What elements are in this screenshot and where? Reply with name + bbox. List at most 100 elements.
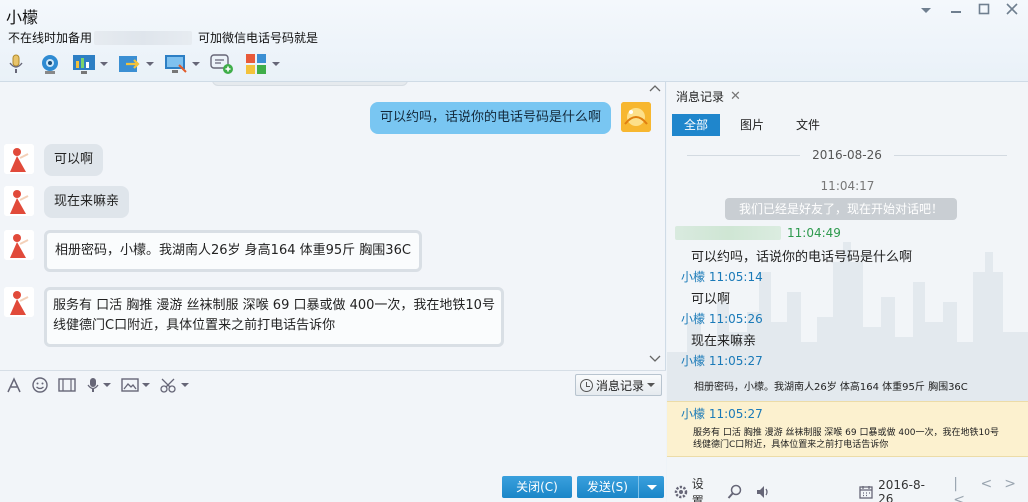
chevron-down-icon[interactable] bbox=[181, 382, 189, 387]
history-sender-name: 小檬 bbox=[681, 354, 706, 368]
history-sender-time: 11:05:26 bbox=[708, 311, 763, 326]
voice-call-button[interactable] bbox=[4, 50, 28, 78]
filter-all[interactable]: 全部 bbox=[672, 114, 721, 136]
message-bubble[interactable]: 相册密码，小檬。我湖南人26岁 身高164 体重95斤 胸围36C bbox=[44, 230, 422, 272]
contact-avatar[interactable] bbox=[4, 287, 34, 317]
add-message-button[interactable] bbox=[210, 50, 234, 78]
system-notice: 我们已经是好友了，现在开始对话吧！ bbox=[725, 198, 957, 220]
chevron-down-icon[interactable] bbox=[146, 62, 154, 66]
prev-page-icon[interactable]: < bbox=[981, 476, 993, 502]
highlighted-history-entry[interactable]: 小檬 11:05:27 服务有 口活 胸推 漫游 丝袜制服 深喉 69 口暴或做… bbox=[667, 401, 1028, 457]
history-message[interactable]: 可以啊 bbox=[691, 288, 730, 307]
history-sender-name: 小檬 bbox=[681, 312, 706, 326]
screenshot-scissors-icon[interactable] bbox=[160, 377, 189, 393]
message-row-incoming: 可以啊 bbox=[4, 144, 104, 176]
message-bubble[interactable]: 现在来嘛亲 bbox=[44, 186, 130, 218]
message-line: 服务有 口活 胸推 漫游 丝袜制服 深喉 69 口暴或做 400一次，我在地铁1… bbox=[53, 298, 495, 313]
redacted-sender-name bbox=[675, 226, 781, 240]
chevron-down-icon[interactable] bbox=[647, 383, 655, 387]
minimize-icon[interactable] bbox=[944, 3, 968, 21]
message-row-outgoing: 可以约吗，话说你的电话号码是什么啊 bbox=[369, 102, 651, 134]
send-label[interactable]: 发送(S) bbox=[577, 476, 639, 498]
contact-name: 小檬 bbox=[6, 8, 39, 27]
history-date: 2016-08-26 bbox=[812, 148, 882, 162]
history-message-line: 线健德门C口附近，具体位置来之前打电话告诉你 bbox=[693, 440, 889, 450]
history-footer: 设置 2016-8-26 |< < > bbox=[667, 476, 1028, 502]
chevron-down-icon[interactable] bbox=[103, 382, 111, 387]
history-message[interactable]: 可以约吗，话说你的电话号码是什么啊 bbox=[691, 246, 912, 265]
send-options-icon[interactable] bbox=[639, 476, 664, 498]
close-tab-icon[interactable]: ✕ bbox=[730, 89, 741, 104]
date-picker[interactable]: 2016-8-26 bbox=[859, 478, 939, 502]
image-icon[interactable] bbox=[121, 377, 150, 393]
input-toolbar: 消息记录 bbox=[0, 370, 666, 398]
dropdown-icon[interactable] bbox=[914, 3, 938, 21]
history-sender: 11:04:49 bbox=[675, 226, 841, 240]
send-button[interactable]: 发送(S) bbox=[577, 476, 664, 498]
chevron-down-icon[interactable] bbox=[272, 62, 280, 66]
history-message[interactable]: 相册密码，小檬。我湖南人26岁 体高164 体重95斤 胸围36C bbox=[694, 378, 968, 393]
message-row-incoming: 相册密码，小檬。我湖南人26岁 身高164 体重95斤 胸围36C bbox=[4, 230, 422, 272]
tab-label: 消息记录 bbox=[676, 89, 725, 104]
message-bubble[interactable]: 可以啊 bbox=[44, 144, 104, 176]
clock-icon bbox=[579, 378, 593, 392]
speaker-icon bbox=[757, 486, 769, 498]
scroll-up-icon[interactable] bbox=[649, 84, 661, 95]
close-button[interactable]: 关闭(C) bbox=[502, 476, 572, 498]
history-message[interactable]: 现在来嘛亲 bbox=[691, 330, 756, 349]
remote-desktop-button[interactable] bbox=[164, 50, 200, 78]
calendar-icon bbox=[859, 486, 874, 499]
chevron-down-icon[interactable] bbox=[142, 382, 150, 387]
emoji-icon[interactable] bbox=[32, 376, 48, 393]
title-bar: 小檬 不在线时加备用 可加微信电话号码就是 bbox=[0, 0, 1028, 82]
history-sender-time: 11:04:49 bbox=[787, 226, 841, 240]
search-icon bbox=[728, 484, 742, 499]
message-row-incoming: 服务有 口活 胸推 漫游 丝袜制服 深喉 69 口暴或做 400一次，我在地铁1… bbox=[4, 287, 504, 347]
history-pagination: |< < > bbox=[953, 476, 1028, 502]
chevron-down-icon[interactable] bbox=[192, 62, 200, 66]
scroll-down-icon[interactable] bbox=[649, 355, 661, 366]
contact-avatar[interactable] bbox=[4, 230, 34, 260]
history-sender: 小檬 11:05:27 bbox=[681, 405, 763, 422]
history-filter-tabs: 全部 图片 文件 bbox=[672, 114, 840, 136]
gif-icon[interactable] bbox=[58, 377, 76, 393]
message-bubble[interactable]: 可以约吗，话说你的电话号码是什么啊 bbox=[369, 102, 611, 134]
close-window-icon[interactable] bbox=[1000, 3, 1024, 21]
maximize-icon[interactable] bbox=[972, 3, 996, 21]
history-sender-time: 11:05:27 bbox=[708, 353, 763, 368]
webcam-icon bbox=[38, 52, 62, 76]
filter-files[interactable]: 文件 bbox=[784, 114, 832, 136]
voice-message-icon[interactable] bbox=[86, 377, 111, 393]
volume-button[interactable] bbox=[755, 484, 771, 500]
first-page-icon[interactable]: |< bbox=[953, 476, 968, 502]
message-row-incoming: 现在来嘛亲 bbox=[4, 186, 130, 218]
file-transfer-icon bbox=[118, 52, 142, 76]
filter-images[interactable]: 图片 bbox=[728, 114, 776, 136]
next-page-icon[interactable]: > bbox=[1004, 476, 1016, 502]
screen-share-button[interactable] bbox=[72, 50, 108, 78]
settings-button[interactable]: 设置 bbox=[673, 475, 715, 502]
history-time: 11:04:17 bbox=[820, 179, 875, 193]
apps-button[interactable] bbox=[244, 50, 280, 78]
history-sender-name: 小檬 bbox=[681, 270, 706, 284]
redacted-number bbox=[94, 30, 193, 45]
video-call-button[interactable] bbox=[38, 50, 62, 78]
contact-avatar[interactable] bbox=[4, 144, 34, 174]
my-avatar[interactable] bbox=[621, 102, 651, 132]
font-icon[interactable] bbox=[6, 376, 22, 393]
history-sender-name: 小檬 bbox=[681, 407, 706, 421]
chevron-down-icon[interactable] bbox=[100, 62, 108, 66]
tab-message-history[interactable]: 消息记录 ✕ bbox=[667, 82, 757, 110]
search-button[interactable] bbox=[727, 484, 743, 500]
apps-icon bbox=[244, 52, 268, 76]
send-file-button[interactable] bbox=[118, 50, 154, 78]
chat-message-area[interactable]: 可以约吗，话说你的电话号码是什么啊 可以啊 现在来嘛亲 相册密码，小檬。我湖南人… bbox=[0, 82, 666, 370]
settings-label: 设置 bbox=[691, 477, 704, 502]
contact-avatar[interactable] bbox=[4, 186, 34, 216]
previous-message-edge bbox=[212, 82, 408, 86]
message-history-button[interactable]: 消息记录 bbox=[574, 374, 662, 396]
status-suffix: 可加微信电话号码就是 bbox=[198, 31, 319, 45]
message-bubble[interactable]: 服务有 口活 胸推 漫游 丝袜制服 深喉 69 口暴或做 400一次，我在地铁1… bbox=[44, 287, 504, 347]
chat-toolbar bbox=[4, 50, 290, 78]
add-message-icon bbox=[210, 52, 234, 76]
